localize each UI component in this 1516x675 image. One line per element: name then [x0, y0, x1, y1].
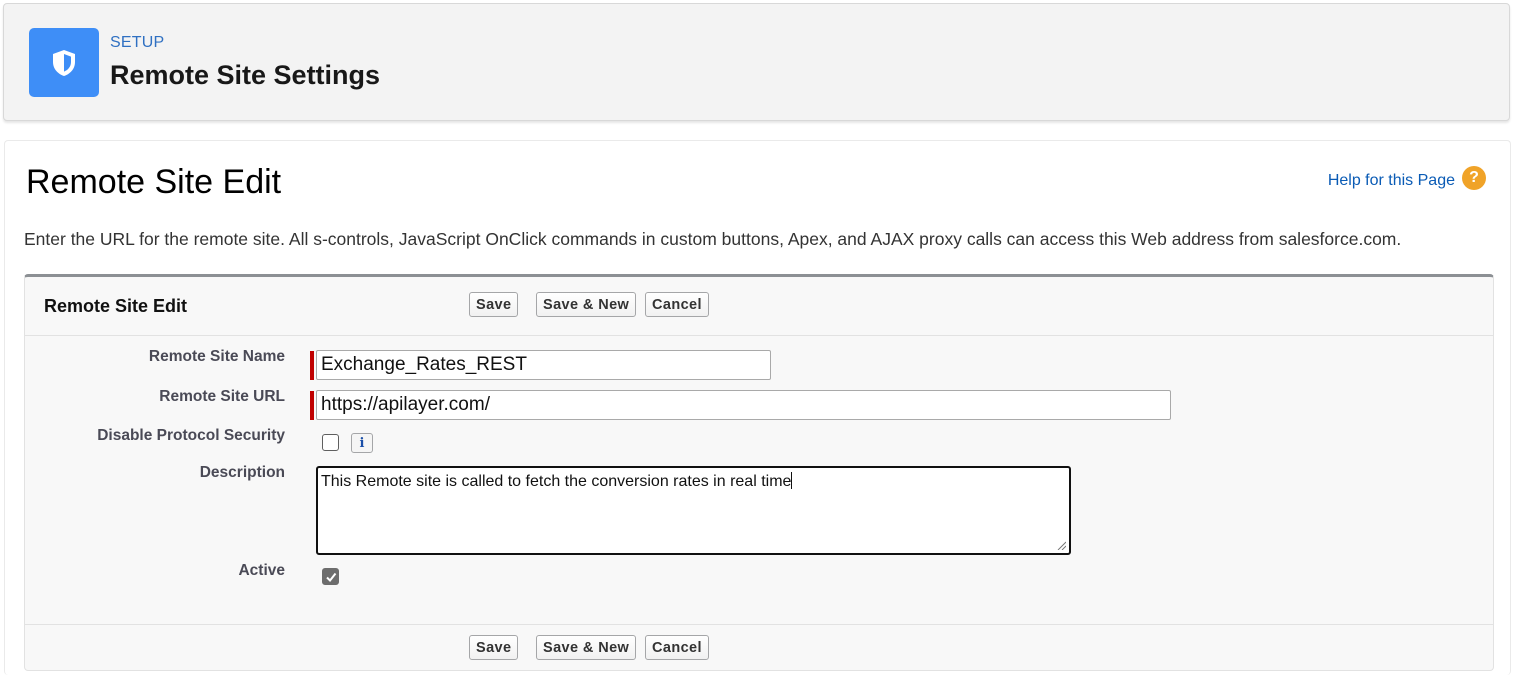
setup-header: SETUP Remote Site Settings: [3, 3, 1510, 121]
active-label: Active: [238, 562, 285, 579]
save-new-button[interactable]: Save & New: [536, 292, 637, 317]
setup-breadcrumb: SETUP: [110, 34, 165, 51]
help-link[interactable]: Help for this Page: [1328, 172, 1455, 190]
main-content: Remote Site Edit Help for this Page ? En…: [4, 140, 1511, 675]
setup-title: Remote Site Settings: [110, 60, 381, 90]
description-text: This Remote site is called to fetch the …: [321, 473, 792, 490]
panel-header: Remote Site Edit Save Save & New Cancel: [25, 277, 1493, 336]
shield-icon: [29, 28, 99, 97]
edit-panel: Remote Site Edit Save Save & New Cancel …: [24, 274, 1494, 671]
required-indicator: [310, 351, 314, 380]
save-button[interactable]: Save: [469, 635, 519, 660]
save-new-button[interactable]: Save & New: [536, 635, 637, 660]
info-icon[interactable]: i: [351, 433, 373, 453]
panel-footer: Save Save & New Cancel: [25, 624, 1493, 670]
intro-text: Enter the URL for the remote site. All s…: [24, 229, 1402, 249]
help-icon[interactable]: ?: [1462, 166, 1486, 190]
active-checkbox[interactable]: [322, 568, 339, 585]
cancel-button[interactable]: Cancel: [645, 635, 709, 660]
cancel-button[interactable]: Cancel: [645, 292, 709, 317]
remote-site-url-input[interactable]: [316, 390, 1171, 420]
resize-grip-icon[interactable]: [1056, 540, 1066, 550]
save-button[interactable]: Save: [469, 292, 519, 317]
description-label: Description: [199, 464, 285, 481]
checkmark-icon: [325, 572, 336, 582]
description-textarea[interactable]: This Remote site is called to fetch the …: [316, 466, 1071, 555]
disable-protocol-security-checkbox[interactable]: [322, 434, 339, 451]
disable-protocol-security-label: Disable Protocol Security: [97, 427, 285, 444]
page-title: Remote Site Edit: [26, 163, 282, 201]
remote-site-url-label: Remote Site URL: [159, 388, 285, 405]
panel-title: Remote Site Edit: [44, 296, 188, 316]
text-cursor: [791, 472, 793, 489]
required-indicator: [310, 391, 314, 420]
remote-site-name-label: Remote Site Name: [148, 348, 285, 365]
remote-site-name-input[interactable]: [316, 350, 771, 380]
